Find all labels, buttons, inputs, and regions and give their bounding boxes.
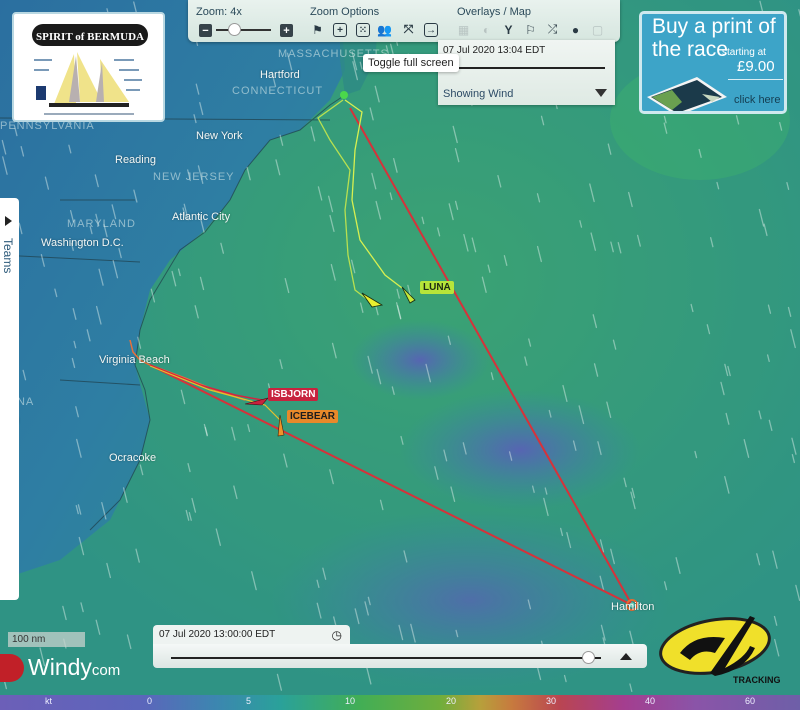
windy-icon [0, 653, 24, 682]
boat-label-isbjorn[interactable]: ISBJORN [268, 388, 319, 401]
fullscreen-tooltip: Toggle full screen [363, 54, 459, 72]
timeline-expand-icon[interactable] [620, 653, 632, 660]
zoom-out-button[interactable]: − [199, 24, 212, 37]
time-panel-divider [443, 67, 605, 69]
spirit-of-bermuda-logo[interactable]: SPIRIT of BERMUDA [12, 12, 165, 122]
yb-tracking-logo[interactable]: TRACKING [655, 608, 780, 688]
branch-icon[interactable]: Y [501, 22, 516, 37]
ad-click-here[interactable]: click here [734, 94, 780, 106]
wind-flag-icon[interactable]: ⚐ [523, 22, 538, 37]
expand-arrow-icon [5, 216, 12, 226]
legend-tick: 30 [546, 696, 557, 706]
timeline-bar [153, 644, 647, 668]
teams-label: Teams [1, 238, 15, 274]
city-label: Hamilton [611, 601, 655, 613]
legend-tick: 20 [446, 696, 457, 706]
timeline-tab: 07 Jul 2020 13:00:00 EDT ◷ [153, 625, 350, 645]
zoom-slider-handle[interactable] [228, 23, 241, 36]
buy-print-ad[interactable]: Buy a print of the race starting at £9.0… [639, 11, 787, 114]
day-night-icon[interactable]: ◐ [479, 22, 494, 37]
windy-com-text: com [91, 662, 121, 679]
city-label: Washington D.C. [41, 237, 124, 249]
schooner-logo-icon: SPIRIT of BERMUDA [32, 24, 148, 115]
teams-panel-toggle[interactable]: Teams [0, 198, 19, 600]
overlays-label: Overlays / Map [457, 6, 531, 18]
windy-logo[interactable]: Windy com [0, 650, 120, 685]
group-icon[interactable]: 👥 [377, 22, 392, 37]
wind-speed-legend: kt 0 5 10 20 30 40 60 [0, 695, 800, 710]
map-scale: 100 nm [8, 632, 85, 647]
globe-icon[interactable]: ● [568, 22, 583, 37]
city-label: Virginia Beach [99, 354, 170, 366]
grid-icon[interactable]: ▦ [456, 22, 471, 37]
timeline-datetime: 07 Jul 2020 13:00:00 EDT [159, 629, 276, 640]
clock-icon[interactable]: ◷ [332, 628, 342, 642]
map-toolbar: Zoom: 4x Zoom Options Overlays / Map − +… [188, 0, 620, 42]
legend-tick: 0 [147, 696, 153, 706]
boat-label-icebear[interactable]: ICEBEAR [287, 410, 339, 423]
legend-tick: 5 [246, 696, 252, 706]
zoom-options-label: Zoom Options [310, 6, 380, 18]
boat-label-luna[interactable]: LUNA [420, 281, 454, 294]
city-label: Atlantic City [172, 211, 231, 223]
print-image-icon [647, 77, 727, 111]
zoom-slider-track[interactable] [216, 29, 271, 31]
fullscreen-icon[interactable]: ⤧ [401, 22, 416, 37]
time-panel: 07 Jul 2020 13:04 EDT Showing Wind [438, 40, 615, 105]
ad-price: £9.00 [737, 58, 775, 75]
state-label: CONNECTICUT [232, 85, 324, 97]
city-label: New York [196, 130, 243, 142]
legend-unit: kt [45, 696, 53, 706]
ad-divider [728, 79, 783, 80]
layer-select[interactable]: Showing Wind [443, 88, 513, 100]
tracking-text: TRACKING [733, 675, 780, 685]
state-label: NEW JERSEY [153, 171, 235, 183]
blank-layer-icon[interactable]: ▢ [590, 22, 605, 37]
timeline-handle[interactable] [582, 651, 596, 664]
zoom-label: Zoom: 4x [196, 6, 242, 18]
exit-icon[interactable]: → [424, 23, 438, 37]
windy-text: Windy [28, 654, 92, 680]
ad-line1: Buy a print of [652, 15, 776, 38]
timeline-track[interactable] [171, 657, 601, 659]
ad-starting: starting at [722, 47, 766, 58]
shuffle-icon[interactable]: ⤮ [545, 22, 560, 37]
state-label: MARYLAND [67, 218, 136, 230]
legend-tick: 40 [645, 696, 656, 706]
city-label: Reading [115, 154, 156, 166]
zoom-in-button[interactable]: + [280, 24, 293, 37]
city-label: Ocracoke [109, 452, 157, 464]
svg-text:SPIRIT of BERMUDA: SPIRIT of BERMUDA [36, 31, 144, 43]
zoom-plus-icon[interactable]: + [333, 23, 347, 37]
city-label: Hartford [260, 69, 300, 81]
checkered-flag-icon[interactable]: ⚑ [310, 22, 325, 37]
layer-dropdown-icon[interactable] [595, 89, 607, 97]
legend-tick: 10 [345, 696, 356, 706]
legend-tick: 60 [745, 696, 756, 706]
zoom-fit-icon[interactable]: ⁙ [356, 23, 370, 37]
ad-line2: the race [652, 38, 728, 61]
